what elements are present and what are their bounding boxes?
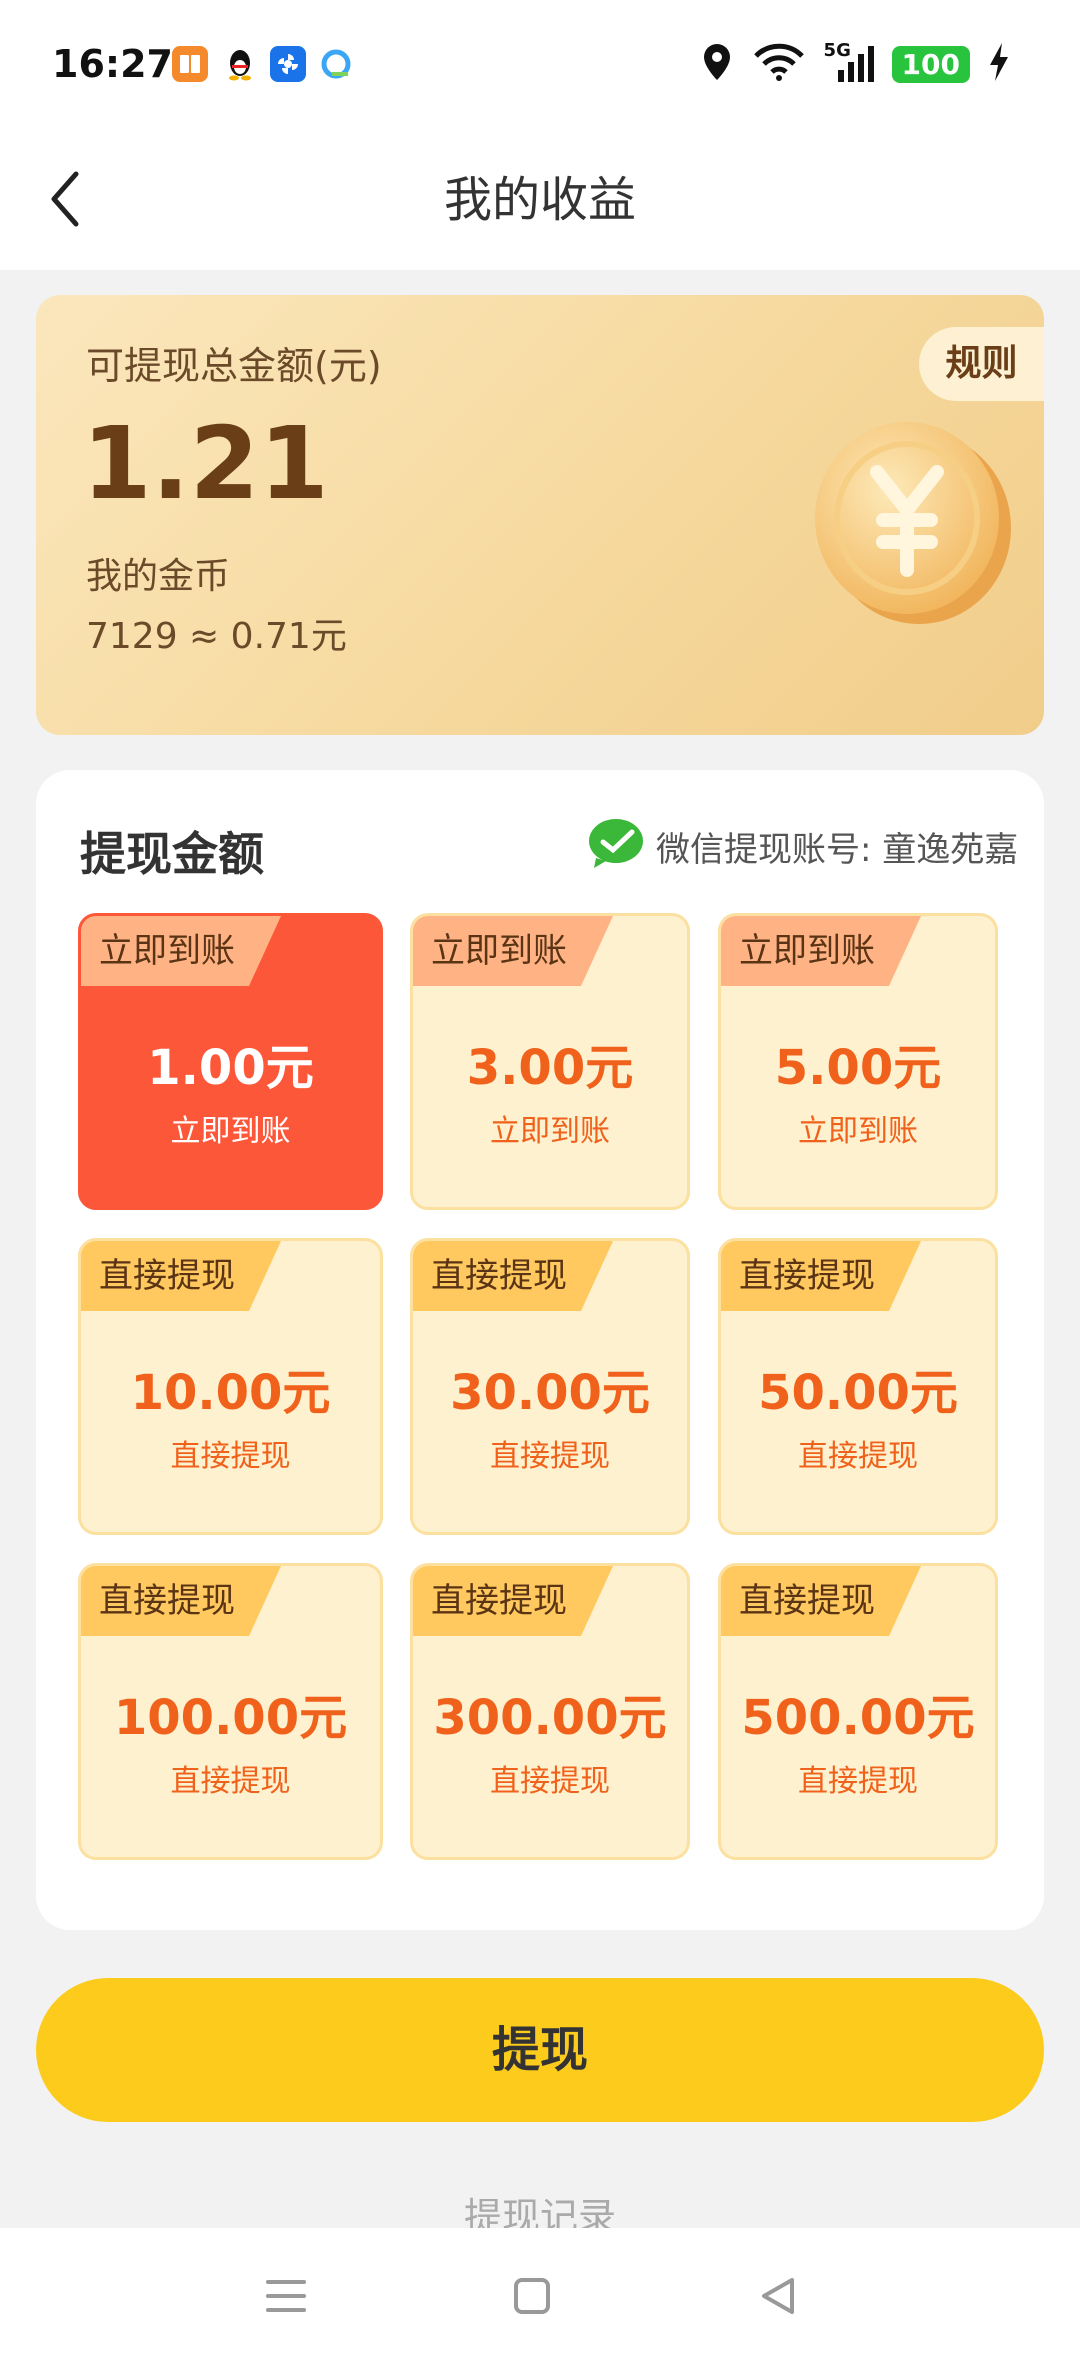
earnings-card: 可提现总金额(元) 1.21 我的金币 7129 ≈ 0.71元 规则 [36,295,1044,735]
option-amount: 30.00元 [450,1365,650,1421]
amount-option-50[interactable]: 直接提现 50.00元 直接提现 [718,1238,998,1535]
wifi-icon [752,42,806,86]
rules-button[interactable]: 规则 [919,327,1044,401]
option-subtitle: 直接提现 [490,1439,610,1474]
option-amount: 10.00元 [130,1365,331,1421]
withdraw-button[interactable]: 提现 [36,1978,1044,2122]
amount-option-3[interactable]: 立即到账 3.00元 立即到账 [410,913,690,1210]
home-square-icon[interactable] [502,2266,562,2326]
option-subtitle: 直接提现 [798,1764,918,1799]
wechat-icon [588,818,644,868]
option-subtitle: 直接提现 [798,1439,918,1474]
option-tag: 直接提现 [81,1241,281,1311]
option-subtitle: 直接提现 [170,1439,291,1474]
option-subtitle: 立即到账 [170,1114,291,1149]
qq-penguin-icon [222,46,258,82]
option-amount: 50.00元 [758,1365,958,1421]
battery-level: 100 [891,45,970,83]
amount-option-300[interactable]: 直接提现 300.00元 直接提现 [410,1563,690,1860]
option-tag: 直接提现 [721,1241,921,1311]
menu-icon[interactable] [256,2266,316,2326]
amount-option-30[interactable]: 直接提现 30.00元 直接提现 [410,1238,690,1535]
amount-option-10[interactable]: 直接提现 10.00元 直接提现 [78,1238,383,1535]
wechat-account-text: 微信提现账号: 童逸苑嘉 [656,830,1019,870]
books-app-icon [172,46,208,82]
withdrawable-label: 可提现总金额(元) [86,344,382,388]
option-subtitle: 立即到账 [490,1114,610,1149]
option-subtitle: 直接提现 [490,1764,610,1799]
option-amount: 500.00元 [741,1690,975,1746]
coins-value: 7129 ≈ 0.71元 [86,616,347,657]
option-tag: 立即到账 [721,916,921,986]
withdraw-amount-title: 提现金额 [80,827,264,881]
page-title: 我的收益 [443,172,636,228]
option-amount: 1.00元 [147,1040,314,1096]
amount-option-1[interactable]: 立即到账 1.00元 立即到账 [78,913,383,1210]
option-tag: 直接提现 [413,1241,613,1311]
system-nav-bar [0,2228,1080,2362]
amount-option-5[interactable]: 立即到账 5.00元 立即到账 [718,913,998,1210]
location-icon [700,42,734,86]
amount-option-500[interactable]: 直接提现 500.00元 直接提现 [718,1563,998,1860]
yuan-coin-icon [801,410,1021,630]
withdraw-amount-card: 提现金额 微信提现账号: 童逸苑嘉 立即到账 1.00元 立即到账 立即到账 3… [36,770,1044,1930]
option-tag: 直接提现 [413,1566,613,1636]
option-tag: 直接提现 [721,1566,921,1636]
option-amount: 100.00元 [113,1690,348,1746]
status-time: 16:27 [52,42,173,86]
option-amount: 3.00元 [466,1040,634,1096]
charging-bolt-icon [988,43,1010,85]
cellular-signal-icon: 5G [824,40,874,84]
back-triangle-icon[interactable] [748,2266,808,2326]
pinwheel-app-icon [270,46,306,82]
app-header: 我的收益 [0,132,1080,270]
option-tag: 立即到账 [413,916,613,986]
option-subtitle: 直接提现 [170,1764,291,1799]
option-amount: 300.00元 [433,1690,667,1746]
withdrawable-amount: 1.21 [82,405,329,522]
browser-app-icon [318,46,354,82]
coins-label: 我的金币 [86,556,231,597]
option-tag: 直接提现 [81,1566,281,1636]
amount-option-100[interactable]: 直接提现 100.00元 直接提现 [78,1563,383,1860]
option-amount: 5.00元 [774,1040,942,1096]
option-subtitle: 立即到账 [798,1114,918,1149]
option-tag: 立即到账 [81,916,281,986]
status-bar: 16:27 5G 100 [0,0,1080,132]
